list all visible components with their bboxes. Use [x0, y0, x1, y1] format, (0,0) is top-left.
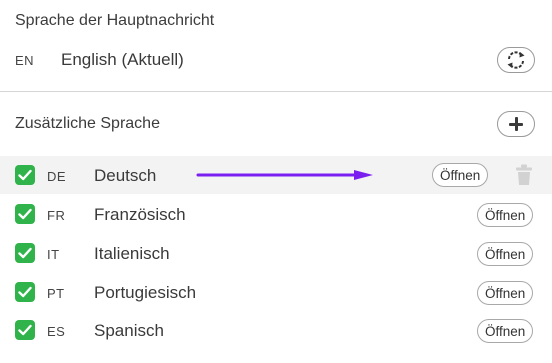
check-icon [18, 208, 32, 220]
check-icon [18, 169, 32, 181]
checkbox-es[interactable] [15, 320, 35, 340]
open-button[interactable]: Öffnen [477, 242, 534, 266]
language-row-es: ES Spanisch Öffnen [0, 311, 552, 349]
check-icon [18, 324, 32, 336]
add-language-button[interactable] [497, 111, 535, 137]
language-code: DE [47, 169, 67, 184]
language-name: Französisch [94, 205, 186, 224]
language-code: PT [47, 286, 65, 301]
main-language-title: Sprache der Hauptnachricht [15, 12, 215, 29]
arrow-annotation [196, 170, 373, 180]
language-row-pt: PT Portugiesisch Öffnen [0, 273, 552, 311]
open-button[interactable]: Öffnen [477, 319, 534, 343]
language-name: Portugiesisch [94, 283, 197, 302]
language-row-it: IT Italienisch Öffnen [0, 234, 552, 272]
language-code: FR [47, 208, 66, 223]
language-code: IT [47, 247, 60, 262]
checkbox-de[interactable] [15, 165, 35, 185]
checkbox-it[interactable] [15, 243, 35, 263]
refresh-icon [507, 51, 525, 69]
language-name: Italienisch [94, 244, 170, 263]
section-divider [0, 91, 552, 92]
plus-icon [509, 117, 523, 131]
language-name: Spanisch [94, 321, 164, 340]
additional-language-title: Zusätzliche Sprache [15, 115, 160, 132]
checkbox-pt[interactable] [15, 282, 35, 302]
trash-icon[interactable] [515, 164, 533, 186]
open-button[interactable]: Öffnen [477, 203, 534, 227]
main-language-code: EN [15, 53, 35, 68]
language-row-de: DE Deutsch Öffnen [0, 156, 552, 194]
language-code: ES [47, 324, 66, 339]
check-icon [18, 286, 32, 298]
language-row-fr: FR Französisch Öffnen [0, 195, 552, 233]
swap-language-button[interactable] [497, 47, 535, 73]
open-button[interactable]: Öffnen [432, 163, 489, 187]
check-icon [18, 247, 32, 259]
main-language-name: English (Aktuell) [61, 50, 184, 69]
language-name: Deutsch [94, 166, 157, 185]
checkbox-fr[interactable] [15, 204, 35, 224]
open-button[interactable]: Öffnen [477, 281, 534, 305]
